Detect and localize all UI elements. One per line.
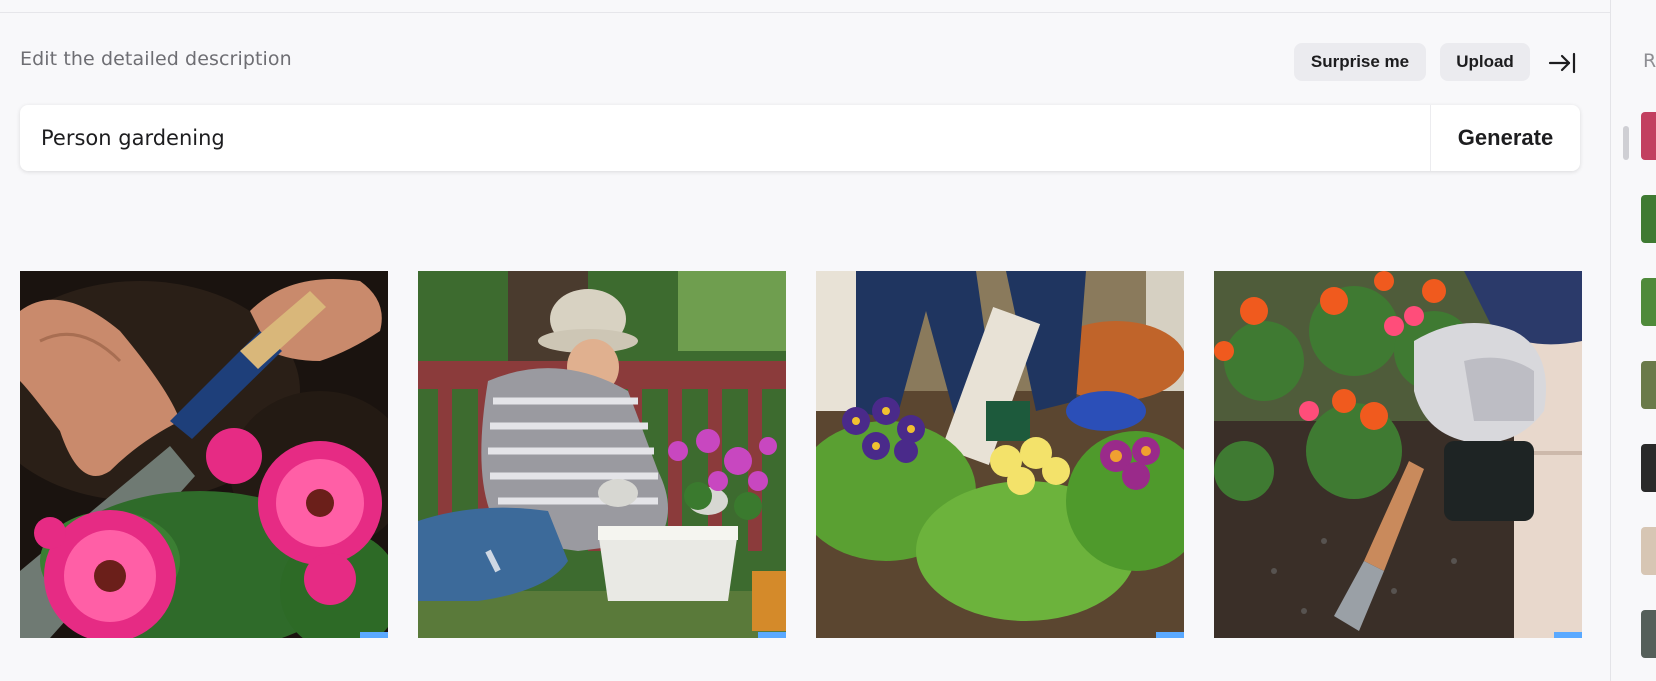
sidebar-label: Recent — [1643, 50, 1656, 72]
edit-description-label: Edit the detailed description — [20, 48, 292, 70]
result-image-4[interactable] — [1214, 271, 1582, 638]
recent-thumb[interactable] — [1641, 278, 1656, 326]
prompt-input[interactable] — [20, 105, 1430, 171]
prompt-box: Generate — [20, 105, 1580, 171]
recent-thumb[interactable] — [1641, 195, 1656, 243]
recent-thumb[interactable] — [1641, 444, 1656, 492]
recent-thumb[interactable] — [1641, 361, 1656, 409]
result-image-3[interactable] — [816, 271, 1184, 638]
recent-sidebar: Recent — [1610, 0, 1656, 681]
collapse-sidebar-icon[interactable] — [1547, 50, 1577, 76]
recent-thumb[interactable] — [1641, 610, 1656, 658]
upload-button[interactable]: Upload — [1440, 43, 1530, 81]
recent-thumb[interactable] — [1641, 112, 1656, 160]
sidebar-scrollbar[interactable] — [1623, 126, 1629, 160]
top-divider — [0, 12, 1610, 13]
generate-button[interactable]: Generate — [1431, 105, 1580, 171]
editor-panel: Edit the detailed description Surprise m… — [0, 0, 1610, 681]
result-image-1[interactable] — [20, 271, 388, 638]
result-image-2[interactable] — [418, 271, 786, 638]
surprise-me-button[interactable]: Surprise me — [1294, 43, 1426, 81]
recent-thumb[interactable] — [1641, 527, 1656, 575]
